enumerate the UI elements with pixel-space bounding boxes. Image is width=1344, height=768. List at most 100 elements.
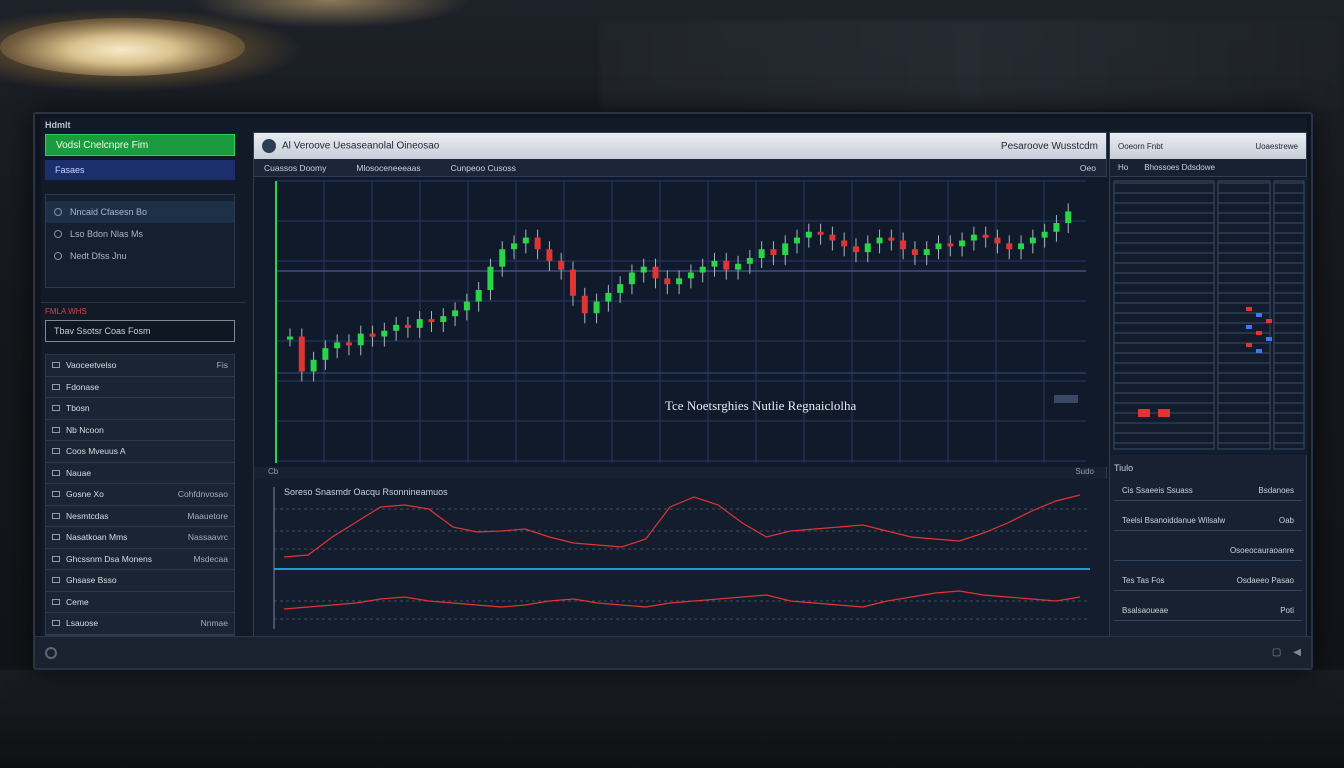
candlestick-chart[interactable] (254, 177, 1108, 477)
candle (628, 272, 635, 285)
toolbar-right[interactable]: Oeo (1080, 163, 1096, 173)
right-row-value: Osdaeeo Pasao (1236, 576, 1294, 585)
list-item[interactable]: Fdonase (46, 377, 234, 398)
candle (345, 342, 352, 346)
group-row[interactable]: Nncaid Cfasesn Bo (46, 201, 234, 223)
window-icon[interactable]: ▢ (1272, 647, 1281, 658)
list-item[interactable]: Ghsase Bsso (46, 570, 234, 592)
monitor: Hdmlt Vodsl Cnelcnpre Fim Fasaes Nncaid … (33, 112, 1313, 670)
secondary-button[interactable]: Fasaes (45, 160, 235, 180)
candle (817, 231, 824, 235)
symbol-selector[interactable]: Cuassos Doomy (264, 163, 326, 173)
list-item[interactable]: Lsauose Nnmae (46, 613, 234, 635)
window-title-right: Pesaroove Wusstcdm (1000, 140, 1098, 152)
list-item[interactable]: Nb Ncoon (46, 420, 234, 441)
filter-field[interactable]: Tbav Ssotsr Coas Fosm (45, 320, 235, 342)
background-shelf (600, 20, 1340, 110)
list-item-label: Lsauose (52, 618, 98, 628)
list-item[interactable]: Coos Mveuus A (46, 441, 234, 463)
list-item-label: Tbosn (52, 403, 90, 413)
candle (1006, 243, 1013, 250)
list-item-label: Nasatkoan Mms (52, 532, 127, 542)
right-title: Ooeorn Fnbt (1118, 141, 1163, 151)
candle (322, 348, 329, 360)
list-item-value: Nnmae (200, 618, 228, 629)
list-item[interactable]: Nauae (46, 463, 234, 484)
candle (829, 234, 836, 241)
list-item[interactable]: Ceme (46, 592, 234, 613)
primary-button[interactable]: Vodsl Cnelcnpre Fim (45, 134, 235, 156)
right-row[interactable]: Tes Tas Fos Osdaeeo Pasao (1114, 571, 1302, 591)
list-item-label: Ghsase Bsso (52, 575, 117, 585)
list-item[interactable]: Tbosn (46, 398, 234, 420)
right-row-value: Poti (1280, 606, 1294, 615)
candle (770, 249, 777, 256)
list-item[interactable]: Nasatkoan Mms Nassaavrc (46, 527, 234, 549)
list-icon (52, 534, 60, 541)
candle (605, 292, 612, 302)
compare-selector[interactable]: Cunpeoo Cusoss (451, 163, 516, 173)
indicator-selector[interactable]: Mlosoceneeeaas (356, 163, 420, 173)
candle (369, 333, 376, 337)
candle (511, 243, 518, 250)
depth-bar (1246, 325, 1252, 329)
speaker-icon[interactable]: ◀ (1293, 647, 1301, 658)
depth-bar (1256, 331, 1262, 335)
pane-label-right: Sudo (1075, 467, 1094, 476)
list-icon (52, 469, 60, 476)
chart-toolbar: Cuassos Doomy Mlosoceneeeaas Cunpeoo Cus… (254, 159, 1106, 177)
candle (935, 243, 942, 250)
list-icon (52, 577, 60, 584)
candle (381, 330, 388, 337)
right-tool-right[interactable]: Bhossoes Ddsdowe (1144, 163, 1215, 172)
right-row[interactable]: Bsalsaoueae Poti (1114, 601, 1302, 621)
right-section-title: Tiulo (1114, 463, 1134, 473)
candle (558, 260, 565, 270)
candle (617, 284, 624, 293)
candle (876, 237, 883, 244)
radio-icon (54, 208, 62, 216)
power-icon[interactable] (45, 646, 57, 659)
right-row[interactable]: Teelsi Bsanoiddanue Wilsalw Oab (1114, 511, 1302, 531)
list-icon (52, 383, 60, 390)
candle (1018, 243, 1025, 250)
candle (298, 336, 305, 372)
candle (794, 237, 801, 244)
candle (546, 249, 553, 261)
list-icon (52, 491, 60, 498)
candle (428, 319, 435, 323)
candle (452, 310, 459, 317)
list-item[interactable]: Gosne Xo Cohfdnvosao (46, 484, 234, 506)
list-item[interactable]: Vaoceetvelso Fis (46, 355, 234, 377)
section-title: FMLA WHS (41, 302, 246, 316)
candle (723, 260, 730, 270)
candle (923, 249, 930, 256)
depth-grids (1110, 177, 1308, 455)
candle (1029, 237, 1036, 244)
group-row[interactable]: Lso Bdon Nlas Ms (46, 223, 234, 245)
right-tool-left[interactable]: Ho (1118, 163, 1128, 172)
right-row[interactable]: Cis Ssaeeis Ssuass Bsdanoes (1114, 481, 1302, 501)
right-row-label: Bsalsaoueae (1122, 606, 1169, 615)
chart-overlay-label: Tce Noetsrghies Nutlie Regnaiclolha (665, 398, 857, 413)
depth-bar (1158, 409, 1170, 417)
screen: Hdmlt Vodsl Cnelcnpre Fim Fasaes Nncaid … (41, 118, 1308, 638)
right-row-value: Osoeocauraoanre (1229, 546, 1294, 555)
list-item[interactable]: Nesmtcdas Maauetore (46, 506, 234, 527)
right-titlebar: Ooeorn Fnbt Uoaestrewe (1110, 133, 1306, 159)
candle (499, 249, 506, 267)
right-row-value: Oab (1278, 516, 1294, 525)
list-item[interactable]: Ghcssnm Dsa Monens Msdecaa (46, 549, 234, 570)
list-icon (52, 448, 60, 455)
group-row[interactable]: Nedt Dfss Jnu (46, 245, 234, 267)
list-icon (52, 512, 60, 519)
pane-divider: Cb Sudo (254, 467, 1108, 479)
candle (640, 266, 647, 273)
right-row[interactable]: Osoeocauraoanre (1114, 541, 1302, 561)
candle (947, 243, 954, 247)
list-item-label: Ghcssnm Dsa Monens (52, 554, 152, 564)
candle (463, 301, 470, 311)
indicator-chart[interactable]: Soreso Snasmdr Oacqu Rsonnineamuos (254, 479, 1108, 637)
list-item-label: Ceme (52, 597, 89, 607)
candle (475, 289, 482, 302)
